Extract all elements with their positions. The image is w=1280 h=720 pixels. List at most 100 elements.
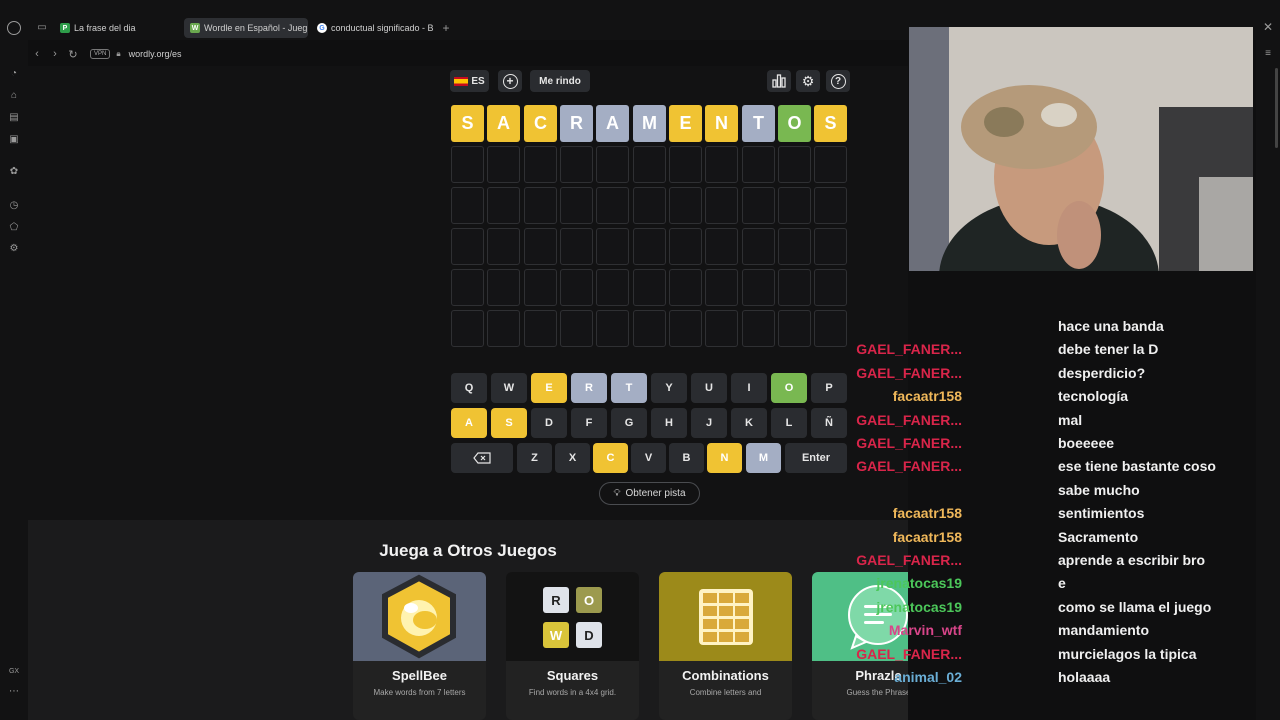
gx-label[interactable]: GX	[7, 666, 21, 678]
key-x[interactable]: X	[555, 443, 590, 473]
board-tile-empty	[742, 228, 775, 265]
url-field[interactable]: wordly.org/es	[129, 49, 182, 59]
chat-username[interactable]: facaatr158	[893, 529, 962, 545]
webcam-feed	[909, 27, 1253, 271]
key-f[interactable]: F	[571, 408, 607, 438]
tab-conductual[interactable]: G conductual significado - B	[311, 18, 435, 38]
forward-icon[interactable]: ›	[46, 48, 64, 60]
chat-username[interactable]: GAEL_FANER...	[856, 552, 962, 568]
key-ñ[interactable]: Ñ	[811, 408, 847, 438]
board-tile-empty	[524, 228, 557, 265]
key-h[interactable]: H	[651, 408, 687, 438]
tab-favicon-icon: P	[60, 23, 70, 33]
card-description: Combine letters and	[689, 688, 762, 697]
chat-text: sentimientos	[1058, 505, 1145, 522]
key-u[interactable]: U	[691, 373, 727, 403]
hint-button[interactable]: 💡︎ Obtener pista	[599, 482, 700, 505]
new-tab-button[interactable]: +	[440, 22, 452, 34]
chat-username[interactable]: GAEL_FANER...	[856, 341, 962, 357]
key-l[interactable]: L	[771, 408, 807, 438]
key-v[interactable]: V	[631, 443, 666, 473]
key-k[interactable]: K	[731, 408, 767, 438]
history-icon[interactable]: ◷	[8, 200, 20, 212]
key-backspace[interactable]	[451, 443, 513, 473]
key-j[interactable]: J	[691, 408, 727, 438]
board-tile: T	[742, 105, 775, 142]
board-tile: A	[487, 105, 520, 142]
key-c[interactable]: C	[593, 443, 628, 473]
key-p[interactable]: P	[811, 373, 847, 403]
key-t[interactable]: T	[611, 373, 647, 403]
chat-username[interactable]: GAEL_FANER...	[856, 365, 962, 381]
chat-message: jrenatocas19 e	[876, 573, 1258, 595]
language-button[interactable]: ES	[450, 70, 489, 92]
key-m[interactable]: M	[746, 443, 781, 473]
stats-button[interactable]	[767, 70, 791, 92]
back-icon[interactable]: ‹	[28, 48, 46, 60]
reload-icon[interactable]: ↻	[64, 48, 82, 61]
chat-message: GAEL_FANER... debe tener la D	[856, 339, 1258, 361]
workspaces-icon[interactable]: ▭	[36, 22, 48, 34]
board-tile-empty	[669, 269, 702, 306]
key-w[interactable]: W	[491, 373, 527, 403]
key-r[interactable]: R	[571, 373, 607, 403]
close-window-icon[interactable]: ✕	[1262, 21, 1274, 33]
key-a[interactable]: A	[451, 408, 487, 438]
give-up-button[interactable]: Me rindo	[530, 70, 590, 92]
address-bar: ‹ › ↻ VPN 🔒︎ wordly.org/es	[28, 42, 908, 66]
chatgpt-icon[interactable]: ✿	[8, 166, 20, 178]
key-d[interactable]: D	[531, 408, 567, 438]
game-card-spellbee[interactable]: SpellBee Make words from 7 letters	[353, 572, 486, 720]
extensions-icon[interactable]: ⬠	[8, 222, 20, 234]
board-tile-empty	[451, 228, 484, 265]
key-enter[interactable]: Enter	[785, 443, 847, 473]
key-i[interactable]: I	[731, 373, 767, 403]
shopping-icon[interactable]: ⌂	[8, 90, 20, 102]
key-o[interactable]: O	[771, 373, 807, 403]
help-button[interactable]: ?	[826, 70, 850, 92]
chat-username[interactable]: GAEL_FANER...	[856, 435, 962, 451]
key-q[interactable]: Q	[451, 373, 487, 403]
menu-icon[interactable]: ≡	[1262, 48, 1274, 60]
news-icon[interactable]: ▤	[8, 112, 20, 124]
board-tile-empty	[560, 228, 593, 265]
vpn-badge[interactable]: VPN	[90, 49, 111, 59]
key-e[interactable]: E	[531, 373, 567, 403]
chat-username[interactable]: facaatr158	[893, 388, 962, 404]
chat-username[interactable]: GAEL_FANER...	[856, 646, 962, 662]
board-tile-empty	[524, 269, 557, 306]
settings-icon[interactable]: ⚙	[8, 243, 20, 255]
key-y[interactable]: Y	[651, 373, 687, 403]
key-s[interactable]: S	[491, 408, 527, 438]
chat-username[interactable]: animal_02	[894, 669, 962, 685]
game-card-combinations[interactable]: Combinations Combine letters and	[659, 572, 792, 720]
chat-username[interactable]: jrenatocas19	[876, 599, 962, 615]
game-card-squares[interactable]: R O W D Squares Find words in a 4x4 grid…	[506, 572, 639, 720]
chat-message: Marvin_wtf mandamiento	[889, 620, 1258, 642]
chat-username[interactable]: jrenatocas19	[876, 575, 962, 591]
settings-button[interactable]: ⚙	[796, 70, 820, 92]
tab-label: conductual significado - B	[331, 23, 434, 33]
key-z[interactable]: Z	[517, 443, 552, 473]
more-icon[interactable]: ⋯	[8, 686, 20, 698]
lightbulb-icon: 💡︎	[613, 488, 621, 499]
key-b[interactable]: B	[669, 443, 704, 473]
tab-frase-del-dia[interactable]: P La frase del dia	[54, 18, 174, 38]
board-tile-empty	[742, 187, 775, 224]
key-g[interactable]: G	[611, 408, 647, 438]
scrollbar[interactable]	[1275, 68, 1278, 148]
chat-username[interactable]: GAEL_FANER...	[856, 458, 962, 474]
chat-username[interactable]: facaatr158	[893, 505, 962, 521]
aria-icon[interactable]: ◔	[8, 68, 20, 80]
board-tile-empty	[633, 310, 666, 347]
opera-logo-icon[interactable]	[7, 21, 21, 35]
messenger-icon[interactable]: ▣	[8, 134, 20, 146]
chat-username[interactable]: Marvin_wtf	[889, 622, 962, 638]
key-n[interactable]: N	[707, 443, 742, 473]
new-game-button[interactable]: +	[498, 70, 522, 92]
board-tile-empty	[742, 310, 775, 347]
chat-username[interactable]: GAEL_FANER...	[856, 412, 962, 428]
tab-wordle[interactable]: W Wordle en Español - Jueg	[184, 18, 308, 38]
plus-circle-icon: +	[502, 73, 518, 89]
board-tile-empty	[705, 228, 738, 265]
